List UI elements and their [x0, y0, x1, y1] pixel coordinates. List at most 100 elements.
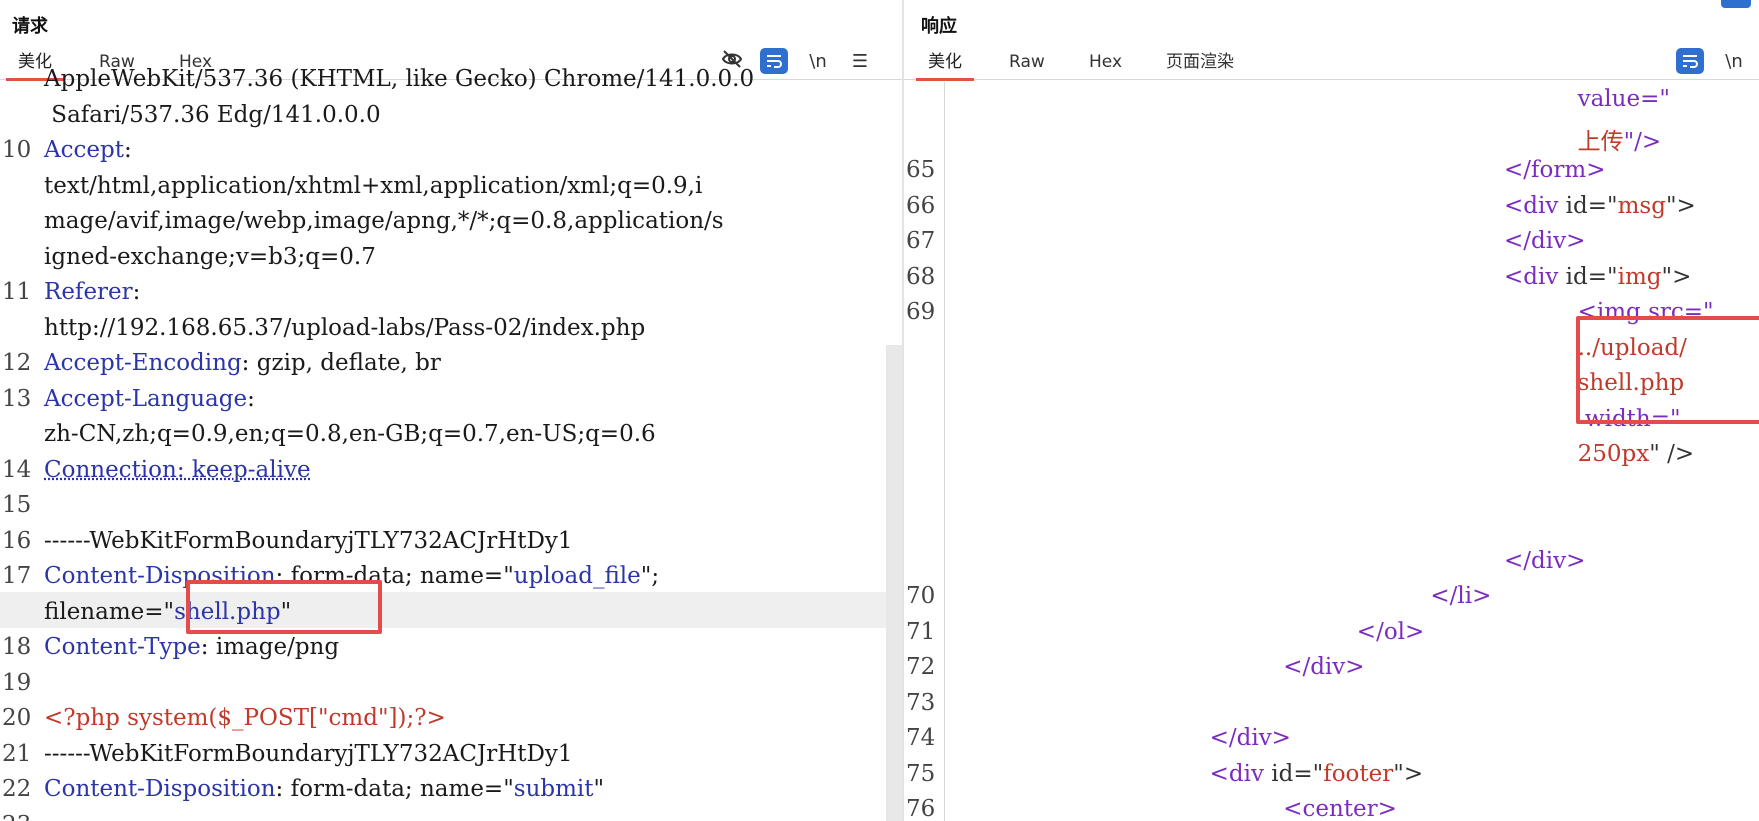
code-line: filename="shell.php"	[0, 599, 902, 635]
line-number: 73	[906, 689, 936, 716]
request-editor[interactable]: AppleWebKit/537.36 (KHTML, like Gecko) C…	[0, 66, 902, 821]
code-line: 66 <div id="msg">	[904, 193, 1759, 229]
code-text: </div>	[1504, 548, 1585, 574]
line-number: 20	[2, 705, 32, 731]
code-line: Safari/537.36 Edg/141.0.0.0	[0, 102, 902, 138]
filename-highlight-box	[186, 580, 382, 634]
line-number: 76	[906, 796, 936, 821]
code-token: <div	[1209, 760, 1272, 787]
response-editor[interactable]: value=" 上传"/> 65 </form> 66 <div id="msg"> 67 <…	[904, 82, 1759, 821]
code-text: </form>	[1504, 157, 1605, 183]
code-token: </li>	[1430, 583, 1492, 609]
code-text: Content-Type: image/png	[44, 634, 339, 660]
code-line: igned-exchange;v=b3;q=0.7	[0, 244, 902, 280]
line-number: 69	[906, 299, 936, 325]
code-text: <div id="msg">	[1504, 193, 1696, 219]
line-number: 65	[906, 157, 936, 183]
tab-render[interactable]: 页面渲染	[1166, 46, 1234, 80]
code-token: div	[1523, 192, 1566, 219]
code-token: Accept-Encoding	[44, 350, 242, 376]
code-text: </div>	[1210, 725, 1291, 751]
code-text: ------WebKitFormBoundaryjTLY732ACJrHtDy1	[44, 741, 573, 767]
code-line: AppleWebKit/537.36 (KHTML, like Gecko) C…	[0, 66, 902, 102]
line-number: 22	[2, 776, 32, 802]
tab-pretty[interactable]: 美化	[916, 46, 974, 81]
code-text: Accept-Encoding: gzip, deflate, br	[44, 350, 441, 376]
line-number: 23	[2, 812, 42, 821]
code-text: Connection: keep-alive	[44, 457, 311, 483]
code-line: 76 <center>	[904, 796, 1759, 821]
code-token: submit	[513, 776, 594, 802]
line-number: 15	[2, 492, 32, 518]
code-line: 73	[904, 690, 1759, 726]
code-token: id="	[1271, 760, 1324, 787]
code-token: Content-Disposition	[44, 776, 276, 802]
window-corner-control[interactable]	[1721, 0, 1751, 8]
code-token: " />	[1649, 441, 1695, 467]
code-token: </div>	[1283, 654, 1365, 680]
line-number: 71	[906, 618, 936, 645]
code-line: </div>	[904, 548, 1759, 584]
code-token: 上传	[1577, 128, 1624, 155]
code-line: 11 Referer:	[0, 279, 902, 315]
code-token: ------WebKitFormBoundaryjTLY732ACJrHtDy1	[44, 740, 573, 767]
code-token: http://192.168.65.37/upload-labs/Pass-02…	[44, 314, 646, 341]
img-src-highlight-box	[1576, 316, 1759, 424]
code-token: upload_file	[513, 563, 641, 589]
code-token: id="	[1565, 263, 1618, 290]
request-title: 请求	[12, 16, 48, 37]
code-line: 12 Accept-Encoding: gzip, deflate, br	[0, 350, 902, 386]
code-token: text/html,application/xhtml+xml,applicat…	[44, 172, 703, 199]
line-number: 75	[906, 760, 936, 787]
code-token: form	[1531, 157, 1587, 183]
code-token: zh-CN,zh;q=0.9,en;q=0.8,en-GB;q=0.7,en-U…	[44, 421, 656, 447]
code-text: </div>	[1504, 228, 1585, 254]
code-text: 250px" />	[1578, 441, 1695, 467]
code-line: 22 Content-Disposition: form-data; name="…	[0, 776, 902, 812]
request-scrollbar[interactable]	[886, 345, 902, 821]
newline-toggle-button[interactable]: \n	[1720, 48, 1748, 76]
code-token: Accept-Language	[44, 385, 248, 412]
code-line: zh-CN,zh;q=0.9,en;q=0.8,en-GB;q=0.7,en-U…	[0, 421, 902, 457]
code-text: mage/avif,image/webp,image/apng,*/*;q=0.…	[44, 208, 724, 234]
code-line: 68 <div id="img">	[904, 264, 1759, 300]
code-token: ------WebKitFormBoundaryjTLY732ACJrHtDy1	[44, 527, 573, 554]
code-token: </	[1504, 157, 1532, 183]
code-token: img	[1617, 263, 1662, 290]
wrap-icon[interactable]	[1676, 48, 1704, 74]
tab-hex[interactable]: Hex	[1089, 46, 1122, 80]
code-token: AppleWebKit/537.36 (KHTML, like Gecko) C…	[44, 66, 755, 92]
code-token: </div>	[1504, 547, 1586, 574]
code-token: value="	[1577, 86, 1670, 112]
code-token: : image/png	[200, 634, 340, 660]
code-line: 19	[0, 670, 902, 706]
code-line: 17 Content-Disposition: form-data; name="…	[0, 563, 902, 599]
code-text: value="	[1578, 86, 1670, 112]
code-text: zh-CN,zh;q=0.9,en;q=0.8,en-GB;q=0.7,en-U…	[44, 421, 656, 447]
code-text: 上传"/>	[1578, 122, 1662, 156]
line-number: 11	[2, 279, 32, 305]
code-line: 23	[0, 812, 902, 821]
code-token: 250px	[1577, 441, 1650, 467]
code-line: 15	[0, 492, 902, 528]
request-pane: 请求 美化 Raw Hex \n ☰ AppleWebKit/537.36 (K…	[0, 0, 902, 821]
line-number: 14	[2, 456, 32, 483]
code-token: :	[247, 385, 255, 412]
code-text: </div>	[1283, 654, 1364, 680]
code-token: msg	[1617, 192, 1666, 219]
code-token: :	[123, 137, 132, 163]
line-number: 10	[2, 137, 32, 163]
code-line: 70 </li>	[904, 583, 1759, 619]
code-text: ------WebKitFormBoundaryjTLY732ACJrHtDy1	[44, 528, 573, 554]
tab-raw[interactable]: Raw	[1009, 46, 1045, 80]
code-line: 21 ------WebKitFormBoundaryjTLY732ACJrHtD…	[0, 741, 902, 777]
code-token: igned-exchange;v=b3;q=0.7	[44, 243, 376, 270]
code-line: 74 </div>	[904, 725, 1759, 761]
code-token: </ol>	[1356, 618, 1425, 645]
code-token: "	[593, 776, 605, 802]
code-token: footer	[1323, 760, 1394, 787]
code-line: 13 Accept-Language:	[0, 386, 902, 422]
code-token: <	[1504, 192, 1524, 219]
response-title: 响应	[921, 16, 957, 37]
code-line: 16 ------WebKitFormBoundaryjTLY732ACJrHtD…	[0, 528, 902, 564]
